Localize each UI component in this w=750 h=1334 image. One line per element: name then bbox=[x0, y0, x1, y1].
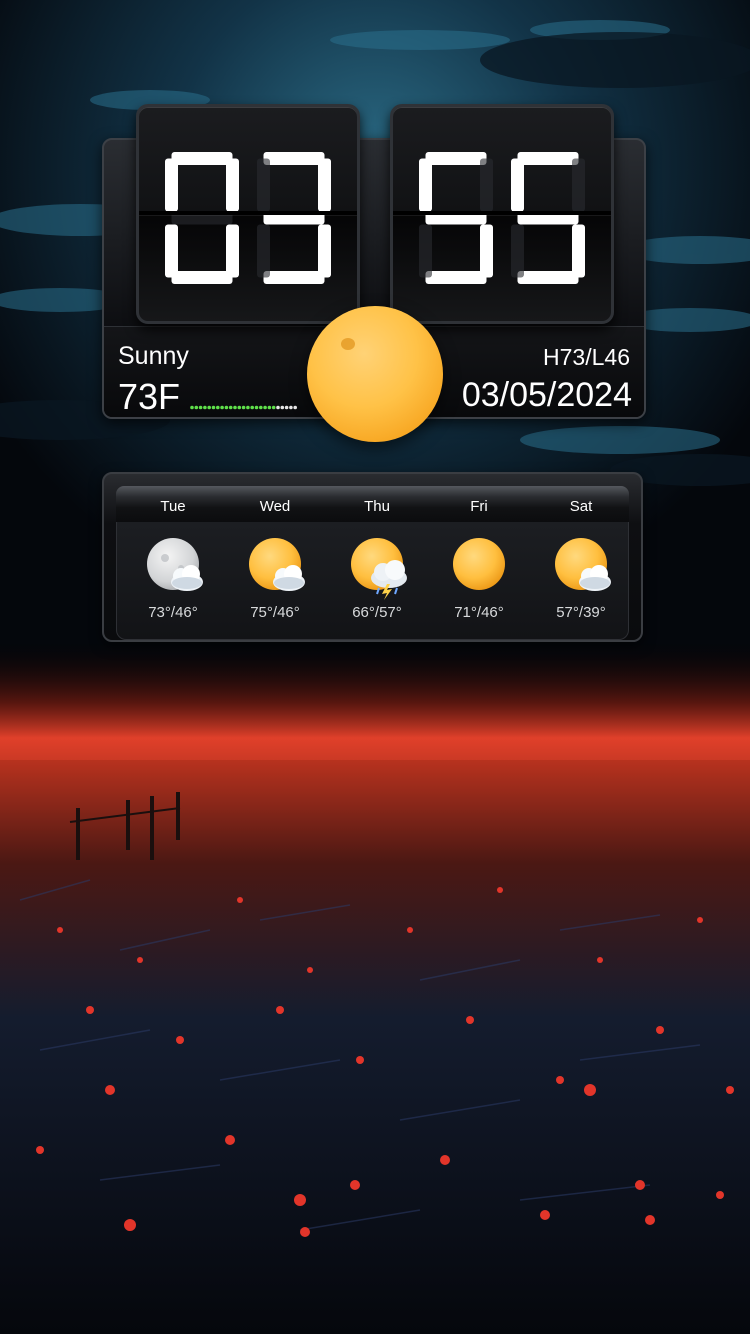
forecast-day-sat[interactable]: Sat 57°/39° bbox=[530, 474, 632, 642]
forecast-day-wed[interactable]: Wed 75°/46° bbox=[224, 474, 326, 642]
minutes-flip-card bbox=[390, 104, 614, 324]
weather-condition-label: Sunny bbox=[118, 342, 189, 370]
sun-storm-cloud-icon bbox=[347, 536, 411, 600]
forecast-day-label: Thu bbox=[364, 498, 390, 515]
forecast-temperature-range: 57°/39° bbox=[556, 604, 606, 621]
flip-card-divider bbox=[393, 211, 611, 215]
sun-cloud-icon bbox=[551, 536, 615, 600]
forecast-day-tue[interactable]: Tue 73°/46° bbox=[122, 474, 224, 642]
flip-clock-widget[interactable]: Sunny 73F H73/L46 03/05/2024 bbox=[102, 104, 646, 442]
current-temperature: 73F bbox=[118, 376, 181, 417]
forecast-temperature-range: 75°/46° bbox=[250, 604, 300, 621]
forecast-day-label: Fri bbox=[470, 498, 488, 515]
clock-digit bbox=[419, 152, 493, 284]
forecast-temperature-range: 73°/46° bbox=[148, 604, 198, 621]
temperature-indicator-bar bbox=[190, 405, 297, 410]
forecast-day-thu[interactable]: Thu 66°/57° bbox=[326, 474, 428, 642]
flip-card-divider bbox=[139, 211, 357, 215]
clock-digit bbox=[511, 152, 585, 284]
sun-highlight bbox=[341, 338, 355, 350]
forecast-day-label: Wed bbox=[259, 498, 291, 515]
hours-flip-card bbox=[136, 104, 360, 324]
clock-digit bbox=[165, 152, 239, 284]
clock-digit bbox=[257, 152, 331, 284]
forecast-temperature-range: 66°/57° bbox=[352, 604, 402, 621]
sun-icon bbox=[307, 306, 443, 442]
date-label: 03/05/2024 bbox=[461, 376, 632, 414]
forecast-day-label: Tue bbox=[160, 498, 186, 515]
high-low-temperature: H73/L46 bbox=[543, 344, 630, 370]
forecast-temperature-range: 71°/46° bbox=[454, 604, 504, 621]
forecast-day-fri[interactable]: Fri 71°/46° bbox=[428, 474, 530, 642]
forecast-widget[interactable]: Tue 73°/46° Wed 75°/46° Thu 66°/57° Fri 71°/46°… bbox=[102, 472, 643, 642]
moon-cloud-icon bbox=[143, 536, 207, 600]
sun-icon bbox=[449, 536, 513, 600]
sun-cloud-icon bbox=[245, 536, 309, 600]
forecast-day-label: Sat bbox=[569, 498, 593, 515]
